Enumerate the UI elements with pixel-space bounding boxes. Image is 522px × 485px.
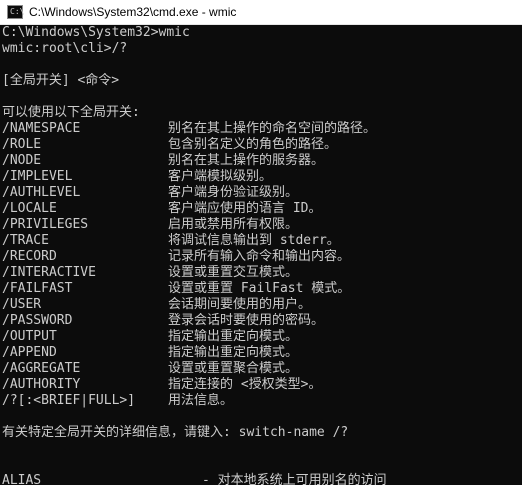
switch-row: /APPEND 指定输出重定向模式。 — [2, 345, 522, 361]
switch-name: /AGGREGATE — [2, 361, 81, 376]
switch-row: /AGGREGATE 设置或重置聚合模式。 — [2, 361, 522, 377]
switch-name: /ROLE — [2, 137, 42, 152]
switch-name: /RECORD — [2, 249, 57, 264]
switch-description: 设置或重置 FailFast 模式。 — [168, 281, 351, 296]
switch-description: 启用或禁用所有权限。 — [168, 217, 299, 232]
switch-row: /ROLE 包含别名定义的角色的路径。 — [2, 137, 522, 153]
switch-description: 将调试信息输出到 stderr。 — [168, 233, 340, 248]
cmd-window: C:\ C:\Windows\System32\cmd.exe - wmic C… — [0, 0, 522, 485]
switch-description: 客户端身份验证级别。 — [168, 185, 299, 200]
switch-list: /NAMESPACE 别名在其上操作的命名空间的路径。 /ROLE 包含别名定义的角色… — [2, 121, 522, 409]
switch-row: /USER 会话期间要使用的用户。 — [2, 297, 522, 313]
window-title: C:\Windows\System32\cmd.exe - wmic — [29, 5, 237, 19]
help-hint-line: 有关特定全局开关的详细信息，请键入: switch-name /? — [2, 425, 349, 440]
switch-description: 客户端模拟级别。 — [168, 169, 273, 184]
switch-name: /TRACE — [2, 233, 49, 248]
switch-description: 会话期间要使用的用户。 — [168, 297, 312, 312]
switch-name: /PASSWORD — [2, 313, 73, 328]
switch-name: /APPEND — [2, 345, 57, 360]
switch-row: /OUTPUT 指定输出重定向模式。 — [2, 329, 522, 345]
switch-name: /USER — [2, 297, 42, 312]
switch-description: 登录会话时要使用的密码。 — [168, 313, 325, 328]
switch-name: /NODE — [2, 153, 42, 168]
console-output[interactable]: C:\Windows\System32>wmic wmic:root\cli>/… — [2, 25, 522, 485]
switch-row: /INTERACTIVE 设置或重置交互模式。 — [2, 265, 522, 281]
switch-row: /?[:<BRIEF|FULL>] 用法信息。 — [2, 393, 522, 409]
switch-row: /NAMESPACE 别名在其上操作的命名空间的路径。 — [2, 121, 522, 137]
switch-description: 指定连接的 <授权类型>。 — [168, 377, 322, 392]
switch-name: /AUTHORITY — [2, 377, 81, 392]
switch-row: /PASSWORD 登录会话时要使用的密码。 — [2, 313, 522, 329]
switch-description: 包含别名定义的角色的路径。 — [168, 137, 338, 152]
switch-row: /RECORD 记录所有输入命令和输出内容。 — [2, 249, 522, 265]
switch-row: /AUTHLEVEL 客户端身份验证级别。 — [2, 185, 522, 201]
switch-description: 用法信息。 — [168, 393, 234, 408]
prompt-line: C:\Windows\System32>wmic — [2, 25, 190, 40]
switch-row: /AUTHORITY 指定连接的 <授权类型>。 — [2, 377, 522, 393]
usage-line: [全局开关] <命令> — [2, 73, 120, 88]
switch-name: /NAMESPACE — [2, 121, 81, 136]
switch-name: /?[:<BRIEF|FULL>] — [2, 393, 136, 408]
switch-name: /LOCALE — [2, 201, 57, 216]
switch-description: 设置或重置交互模式。 — [168, 265, 299, 280]
switch-name: /IMPLEVEL — [2, 169, 73, 184]
title-bar[interactable]: C:\ C:\Windows\System32\cmd.exe - wmic — [0, 0, 522, 25]
alias-row: ALIAS - 对本地系统上可用别名的访问 — [2, 473, 522, 485]
switch-row: /NODE 别名在其上操作的服务器。 — [2, 153, 522, 169]
console-icon: C:\ — [7, 5, 24, 19]
switch-description: 指定输出重定向模式。 — [168, 345, 299, 360]
switch-description: 别名在其上操作的服务器。 — [168, 153, 325, 168]
switch-description: 设置或重置聚合模式。 — [168, 361, 299, 376]
switch-name: /INTERACTIVE — [2, 265, 96, 280]
switch-description: 客户端应使用的语言 ID。 — [168, 201, 322, 216]
switch-row: /LOCALE 客户端应使用的语言 ID。 — [2, 201, 522, 217]
switch-row: /FAILFAST 设置或重置 FailFast 模式。 — [2, 281, 522, 297]
switch-row: /IMPLEVEL 客户端模拟级别。 — [2, 169, 522, 185]
switch-name: /AUTHLEVEL — [2, 185, 81, 200]
switch-description: 记录所有输入命令和输出内容。 — [168, 249, 351, 264]
switch-row: /PRIVILEGES 启用或禁用所有权限。 — [2, 217, 522, 233]
wmic-prompt-line: wmic:root\cli>/? — [2, 41, 128, 56]
switch-name: /PRIVILEGES — [2, 217, 89, 232]
switch-row: /TRACE 将调试信息输出到 stderr。 — [2, 233, 522, 249]
switch-description: 指定输出重定向模式。 — [168, 329, 299, 344]
alias-desc: - 对本地系统上可用别名的访问 — [202, 473, 387, 485]
alias-name: ALIAS — [2, 473, 42, 485]
switch-name: /FAILFAST — [2, 281, 73, 296]
switches-header: 可以使用以下全局开关: — [2, 105, 140, 120]
switch-name: /OUTPUT — [2, 329, 57, 344]
switch-description: 别名在其上操作的命名空间的路径。 — [168, 121, 377, 136]
